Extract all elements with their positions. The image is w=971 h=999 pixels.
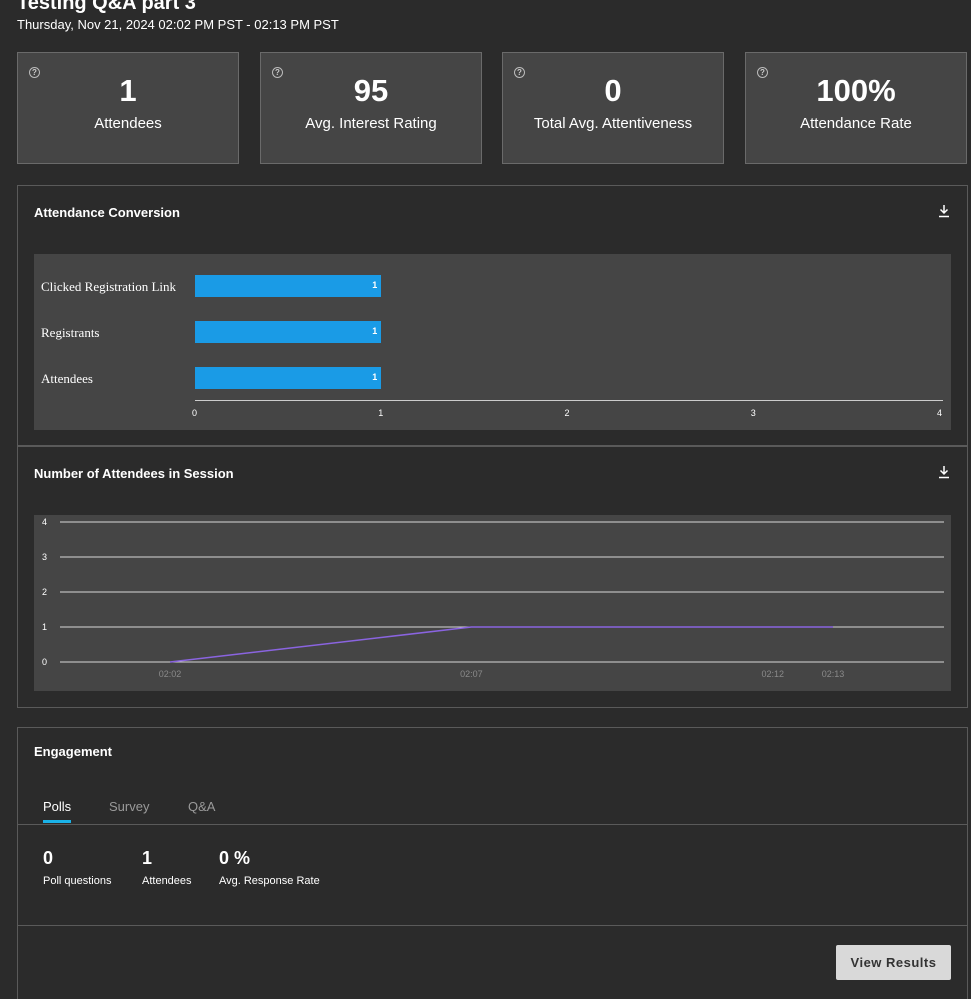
response-rate-value: 0 % [219,848,251,868]
attendees-series-line[interactable] [169,626,833,663]
tab-label: Polls [43,799,72,814]
tab-qa[interactable]: Q&A [188,799,215,814]
bar-data-label: 1 [372,372,378,382]
stat-label: Total Avg. Attentiveness [533,115,693,132]
stat-label: Attendance Rate [800,115,912,132]
stat-card-attendance-rate: ? 100% Attendance Rate [745,52,967,164]
x-tick-label: 02:02 [159,669,182,679]
attendance-conversion-chart: Clicked Registration Link 1 Registrants 1 At… [34,254,951,430]
x-tick-label: 02:12 [761,669,784,679]
x-axis-line [195,400,943,401]
stat-label: Avg. Interest Rating [305,115,437,132]
tab-survey[interactable]: Survey [109,799,149,814]
view-results-button[interactable]: View Results [836,945,951,980]
response-rate-label: Avg. Response Rate [219,875,320,887]
panel-title: Number of Attendees in Session [34,466,234,481]
stat-value: 100% [816,73,896,108]
bar-category-label: Registrants [41,325,100,340]
engagement-attendees-label: Attendees [142,875,192,887]
attendance-conversion-panel: Attendance Conversion Clicked Registrati… [17,185,968,446]
stat-card-attendees: ? 1 Attendees [17,52,239,164]
stat-value: 1 [119,73,137,108]
bar[interactable]: 1 [195,367,382,389]
stat-value: 0 [604,73,622,108]
download-icon[interactable] [938,465,950,479]
page-title: Testing Q&A part 3 [17,0,196,14]
bar[interactable]: 1 [195,275,382,297]
panel-title: Attendance Conversion [34,205,180,220]
bar-data-label: 1 [372,280,378,290]
y-tick-label: 0 [42,657,47,667]
attendees-in-session-chart: 0 1 2 3 4 02:02 02:07 02:12 02:13 [34,515,951,691]
bar-data-label: 1 [372,326,378,336]
y-tick-label: 3 [42,552,47,562]
stat-label: Attendees [94,115,162,132]
x-tick-label: 0 [192,408,198,418]
stat-card-attentiveness: ? 0 Total Avg. Attentiveness [502,52,724,164]
session-date-range: Thursday, Nov 21, 2024 02:02 PM PST - 02… [17,17,339,32]
engagement-attendees-value: 1 [142,848,153,868]
stat-card-interest-rating: ? 95 Avg. Interest Rating [260,52,482,164]
x-tick-label: 02:13 [822,669,845,679]
y-tick-label: 4 [42,517,47,527]
bar-category-label: Clicked Registration Link [41,279,177,294]
poll-questions-label: Poll questions [43,875,112,887]
x-tick-label: 1 [378,408,384,418]
tabs-divider [18,824,967,825]
footer-divider [18,925,967,926]
bar[interactable]: 1 [195,321,382,343]
engagement-panel: Engagement [17,727,968,999]
tab-polls[interactable]: Polls [43,799,72,823]
x-tick-label: 2 [564,408,570,418]
stat-value: 95 [353,73,389,108]
bar-category-label: Attendees [41,371,93,386]
attendees-in-session-panel: Number of Attendees in Session 0 1 2 3 4 02:0… [17,446,968,708]
y-tick-label: 1 [42,622,47,632]
x-tick-label: 3 [750,408,756,418]
tab-active-indicator [43,820,71,823]
poll-questions-value: 0 [43,848,54,868]
x-tick-label: 4 [937,408,943,418]
download-icon[interactable] [938,204,950,218]
x-tick-label: 02:07 [460,669,483,679]
y-tick-label: 2 [42,587,47,597]
panel-title: Engagement [34,744,113,759]
